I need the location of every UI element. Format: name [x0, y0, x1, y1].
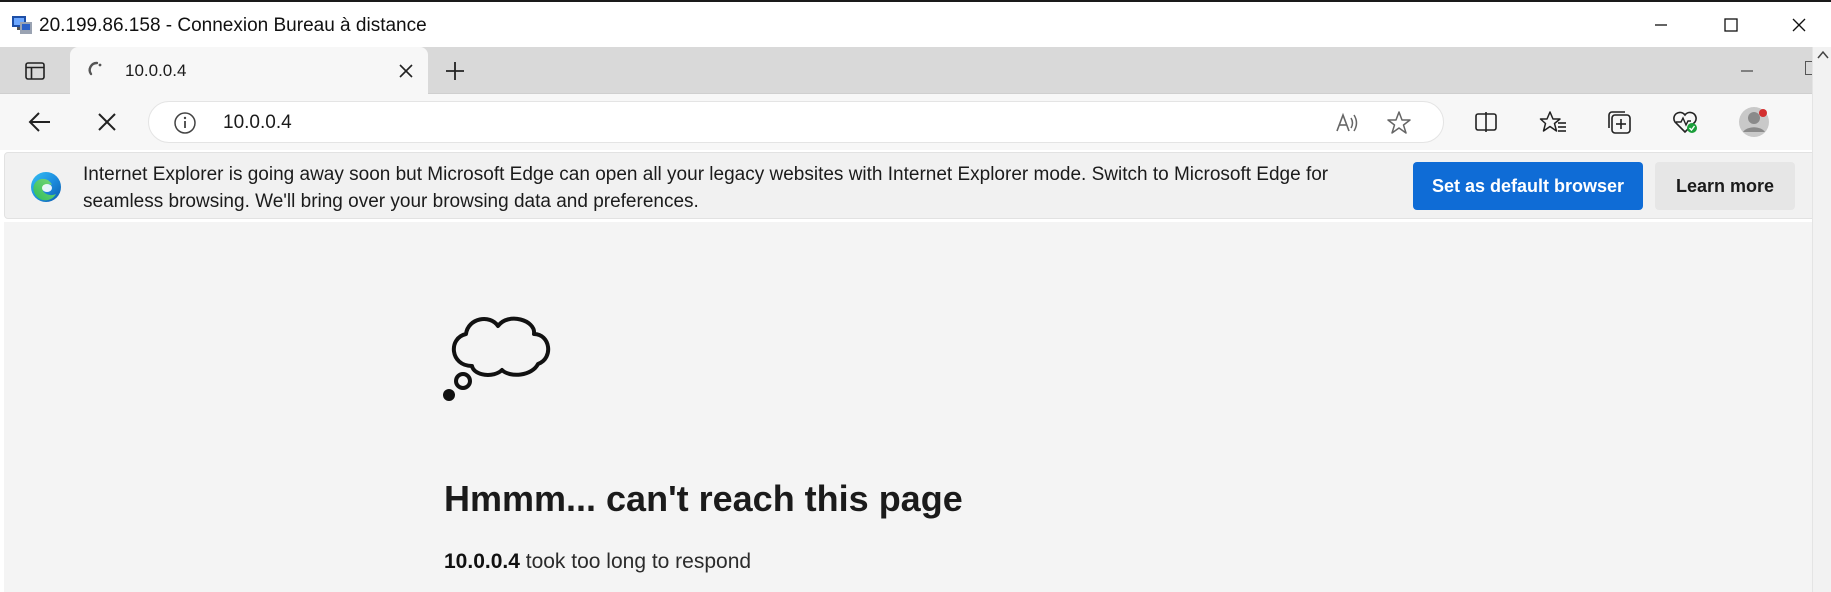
- learn-more-button[interactable]: Learn more: [1655, 162, 1795, 210]
- favorites-button[interactable]: [1533, 102, 1573, 142]
- tab-close-button[interactable]: [394, 59, 418, 83]
- new-tab-button[interactable]: [440, 56, 470, 86]
- back-button[interactable]: [20, 102, 60, 142]
- minimize-icon: [1741, 70, 1753, 72]
- ie-mode-infobar: Internet Explorer is going away soon but…: [4, 152, 1827, 219]
- split-screen-button[interactable]: [1466, 102, 1506, 142]
- url-input[interactable]: [223, 112, 1123, 134]
- maximize-icon: [1724, 17, 1738, 32]
- favorites-icon: [1539, 111, 1566, 132]
- error-host: 10.0.0.4: [444, 550, 520, 573]
- tab-actions-icon: [25, 62, 45, 80]
- set-default-browser-button[interactable]: Set as default browser: [1413, 162, 1643, 210]
- browser-essentials-button[interactable]: [1665, 102, 1705, 142]
- thought-cloud-icon: [440, 306, 560, 416]
- add-favorite-button[interactable]: [1383, 107, 1415, 139]
- browser-toolbar: [0, 94, 1831, 150]
- browser-minimize-button[interactable]: [1730, 58, 1764, 84]
- tab-actions-button[interactable]: [12, 56, 58, 86]
- infobar-message: Internet Explorer is going away soon but…: [83, 164, 1329, 212]
- scroll-up-icon[interactable]: [1817, 50, 1829, 60]
- scrollbar[interactable]: [1812, 47, 1831, 592]
- remote-desktop-icon: [10, 13, 34, 37]
- address-bar[interactable]: [148, 101, 1444, 143]
- rdp-titlebar: 20.199.86.158 - Connexion Bureau à dista…: [0, 0, 1831, 47]
- read-aloud-button[interactable]: [1332, 107, 1364, 139]
- loading-spinner-icon: [87, 60, 107, 80]
- error-title: Hmmm... can't reach this page: [444, 478, 963, 519]
- close-icon: [1792, 18, 1806, 31]
- rdp-minimize-button[interactable]: [1630, 2, 1692, 47]
- close-icon: [399, 64, 413, 78]
- collections-button[interactable]: [1599, 102, 1639, 142]
- add-favorite-icon: [1387, 111, 1411, 134]
- tab-strip: 10.0.0.4: [0, 47, 1831, 94]
- site-info-icon[interactable]: [173, 111, 197, 135]
- tab-title: 10.0.0.4: [125, 61, 187, 80]
- rdp-window-title: 20.199.86.158 - Connexion Bureau à dista…: [39, 15, 427, 36]
- plus-icon: [446, 62, 464, 80]
- stop-loading-icon: [98, 113, 116, 131]
- minimize-icon: [1655, 23, 1667, 26]
- collections-icon: [1608, 111, 1631, 134]
- error-page: Hmmm... can't reach this page 10.0.0.4 t…: [4, 222, 1812, 592]
- edge-logo-icon: [29, 170, 63, 204]
- browser-essentials-icon: [1673, 111, 1697, 134]
- read-aloud-icon: [1336, 112, 1358, 132]
- stop-loading-button[interactable]: [87, 102, 127, 142]
- notification-dot: [1759, 109, 1767, 117]
- profile-button[interactable]: [1734, 102, 1774, 142]
- rdp-maximize-button[interactable]: [1700, 2, 1762, 47]
- error-detail-text: took too long to respond: [519, 550, 752, 573]
- split-screen-icon: [1475, 112, 1497, 132]
- error-detail: 10.0.0.4 took too long to respond: [444, 550, 751, 574]
- rdp-close-button[interactable]: [1768, 2, 1830, 47]
- tab-active[interactable]: 10.0.0.4: [70, 47, 428, 94]
- back-arrow-icon: [28, 112, 50, 132]
